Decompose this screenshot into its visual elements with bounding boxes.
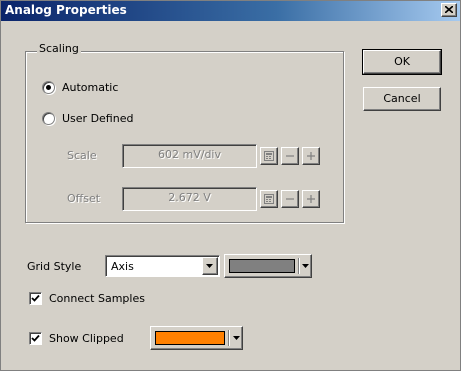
window-title: Analog Properties — [5, 3, 127, 17]
analog-properties-dialog: Analog Properties Scaling Automatic User… — [0, 0, 461, 371]
calculator-icon — [264, 194, 274, 204]
offset-calculator-button[interactable] — [260, 190, 278, 208]
clipped-color-picker[interactable] — [150, 326, 243, 350]
title-bar[interactable]: Analog Properties — [1, 1, 460, 21]
ok-button[interactable]: OK — [362, 49, 442, 75]
scale-field[interactable]: 602 mV/div — [122, 144, 257, 168]
checkmark-icon — [31, 294, 40, 302]
minus-icon — [286, 198, 294, 200]
grid-color-picker[interactable] — [224, 254, 312, 278]
separator — [298, 258, 300, 274]
user-defined-radio[interactable] — [42, 112, 55, 125]
offset-decrement-button[interactable] — [281, 190, 299, 208]
chevron-down-icon — [302, 264, 309, 268]
plus-icon — [307, 195, 315, 203]
show-clipped-checkbox[interactable] — [29, 332, 42, 345]
user-defined-label[interactable]: User Defined — [62, 112, 133, 126]
scale-decrement-button[interactable] — [281, 147, 299, 165]
calculator-icon — [264, 151, 274, 161]
scale-increment-button[interactable] — [302, 147, 320, 165]
grid-style-value: Axis — [111, 260, 134, 273]
offset-label: Offset — [67, 192, 101, 205]
radio-selected-dot — [46, 85, 51, 90]
scale-calculator-button[interactable] — [260, 147, 278, 165]
grid-style-dropdown-button[interactable] — [202, 257, 218, 275]
grid-style-combo[interactable]: Axis — [105, 255, 220, 277]
grid-style-label: Grid Style — [27, 260, 82, 273]
close-icon — [445, 6, 453, 13]
clipped-color-swatch — [155, 331, 225, 345]
plus-icon — [307, 152, 315, 160]
show-clipped-label[interactable]: Show Clipped — [49, 332, 124, 346]
separator — [228, 330, 230, 346]
automatic-label[interactable]: Automatic — [62, 81, 118, 95]
automatic-radio[interactable] — [42, 81, 55, 94]
grid-color-swatch — [229, 259, 295, 273]
minus-icon — [286, 155, 294, 157]
checkmark-icon — [31, 334, 40, 342]
chevron-down-icon — [233, 336, 240, 340]
chevron-down-icon — [206, 264, 213, 268]
offset-increment-button[interactable] — [302, 190, 320, 208]
cancel-button[interactable]: Cancel — [363, 87, 441, 111]
scaling-group-label: Scaling — [37, 41, 81, 57]
connect-samples-checkbox[interactable] — [29, 292, 42, 305]
offset-field[interactable]: 2.672 V — [122, 187, 257, 211]
close-button[interactable] — [441, 3, 457, 17]
scale-label: Scale — [67, 149, 97, 162]
connect-samples-label[interactable]: Connect Samples — [49, 292, 145, 306]
